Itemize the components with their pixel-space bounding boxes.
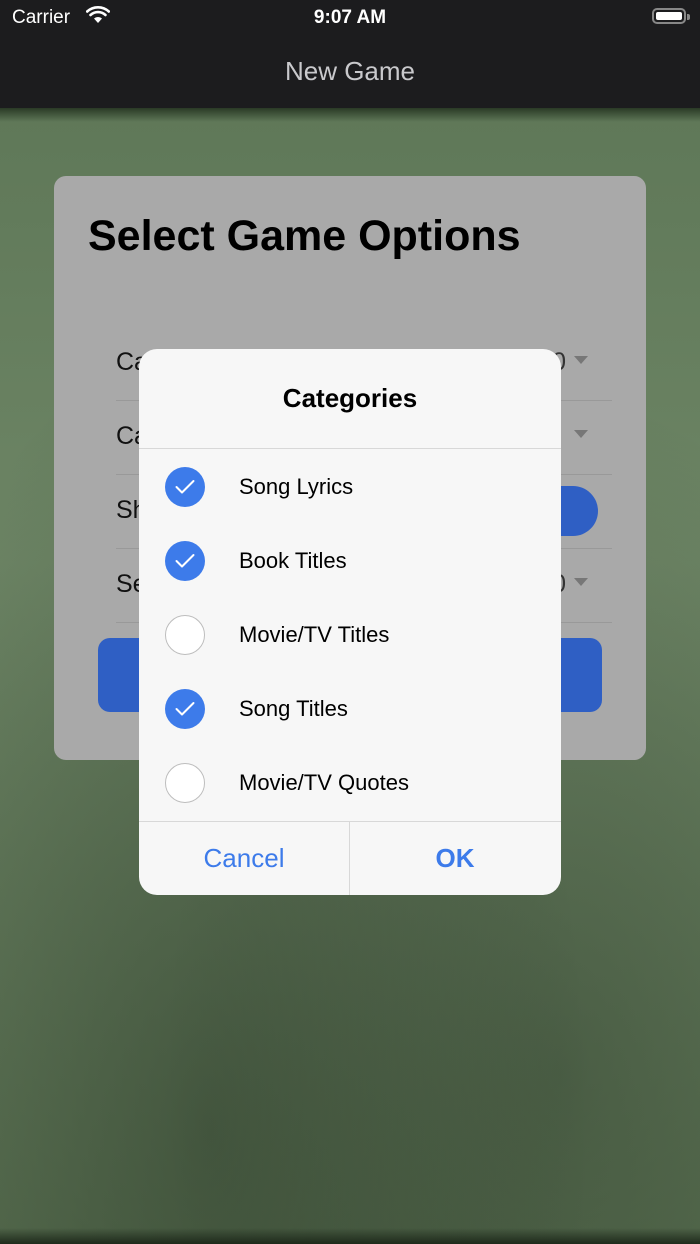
category-option[interactable]: Book Titles: [139, 523, 561, 597]
empty-circle-icon[interactable]: [165, 763, 205, 803]
category-label: Movie/TV Quotes: [239, 770, 409, 795]
category-label: Song Lyrics: [239, 474, 354, 499]
navigation-bar: New Game: [0, 36, 700, 108]
page-title: Select Game Options: [88, 212, 521, 260]
chevron-down-icon: [574, 356, 588, 364]
chevron-down-icon: [574, 578, 588, 586]
category-label: Book Titles: [239, 548, 347, 573]
checkmark-icon[interactable]: [165, 467, 205, 507]
categories-dialog: Categories Song Lyrics Book Titles Movie…: [139, 349, 561, 895]
category-option[interactable]: Song Titles: [139, 671, 561, 745]
ok-button[interactable]: OK: [350, 821, 560, 895]
battery-icon: [652, 8, 690, 24]
background-edge-top: [0, 108, 700, 122]
category-option[interactable]: Movie/TV Titles: [139, 597, 561, 671]
nav-title: New Game: [284, 56, 416, 86]
background-edge-bottom: [0, 1228, 700, 1244]
cancel-button[interactable]: Cancel: [139, 821, 349, 895]
checkmark-icon[interactable]: [165, 689, 205, 729]
dialog-title: Categories: [282, 383, 418, 413]
empty-circle-icon[interactable]: [165, 615, 205, 655]
category-option[interactable]: Song Lyrics: [139, 449, 561, 523]
chevron-down-icon: [574, 430, 588, 438]
category-option[interactable]: Movie/TV Quotes: [139, 745, 561, 819]
checkmark-icon[interactable]: [165, 541, 205, 581]
category-label: Movie/TV Titles: [239, 622, 390, 647]
clock: 9:07 AM: [313, 7, 387, 28]
status-bar: Carrier 9:07 AM: [0, 0, 700, 36]
category-label: Song Titles: [239, 696, 348, 721]
